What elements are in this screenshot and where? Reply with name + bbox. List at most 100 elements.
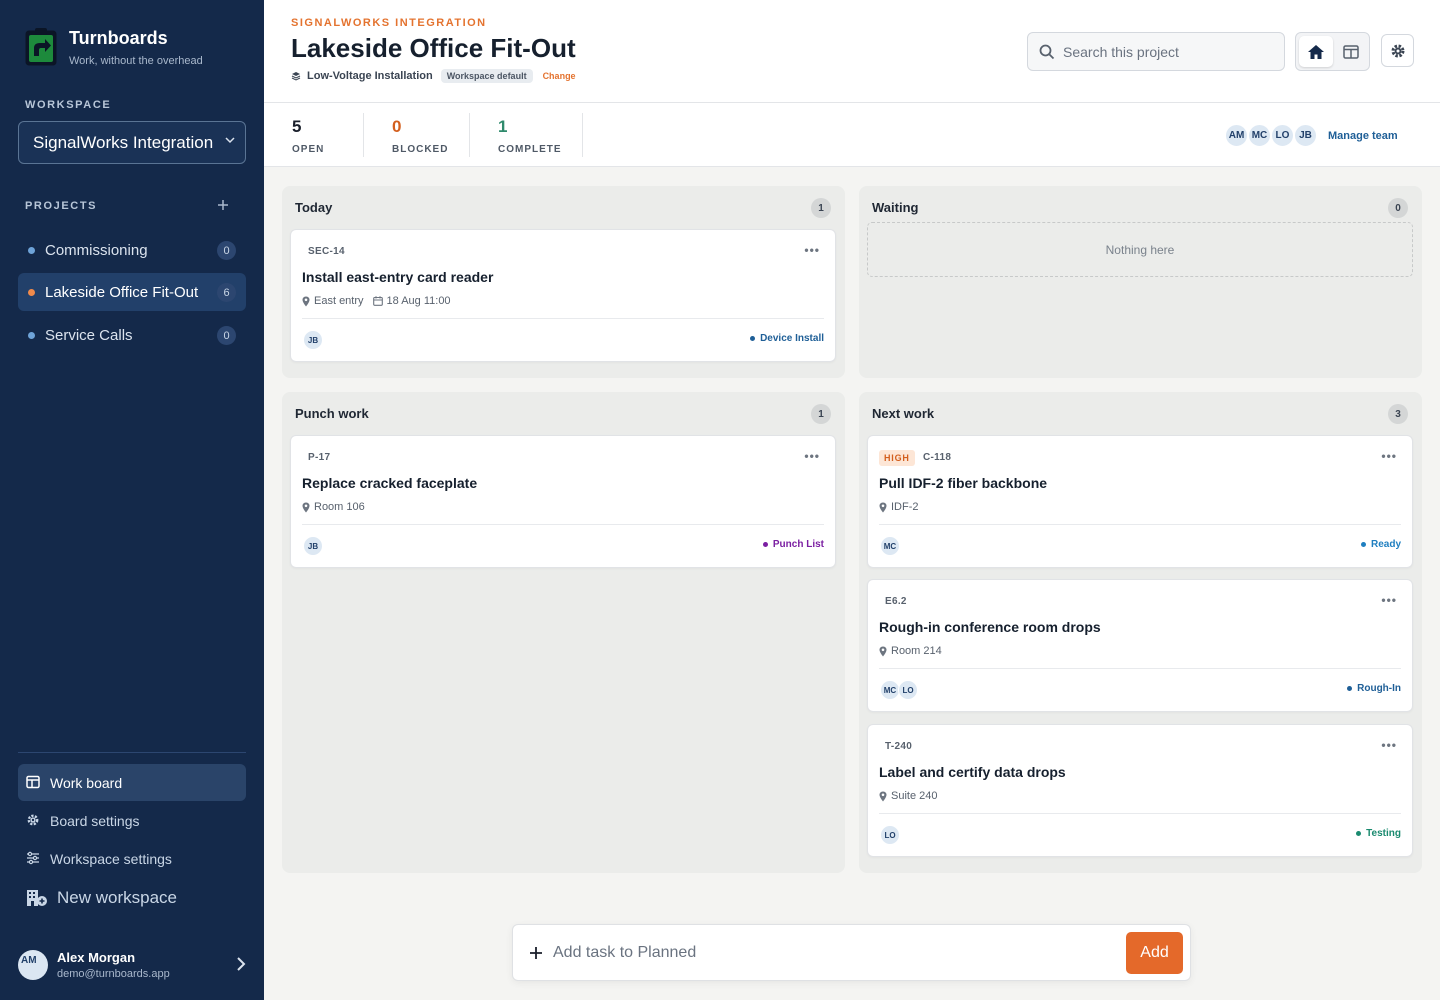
task-card[interactable]: HIGH C-118 ••• Pull IDF-2 fiber backbone… bbox=[867, 435, 1413, 568]
brand[interactable]: Turnboards Work, without the overhead bbox=[25, 26, 203, 67]
project-count-badge: 6 bbox=[217, 283, 236, 302]
status-dot bbox=[762, 542, 768, 547]
change-board-type-link[interactable]: Change bbox=[543, 71, 576, 81]
task-status-tag: Device Install bbox=[750, 333, 824, 344]
task-due-date: 18 Aug 11:00 bbox=[386, 295, 451, 307]
project-item-commissioning[interactable]: Commissioning 0 bbox=[18, 231, 246, 269]
task-title: Pull IDF-2 fiber backbone bbox=[879, 475, 1048, 491]
workspace-select-value: SignalWorks Integration bbox=[33, 132, 214, 152]
column-count-badge: 1 bbox=[811, 404, 831, 424]
status-label: Ready bbox=[1370, 539, 1401, 550]
more-options-icon[interactable]: ••• bbox=[1381, 738, 1397, 752]
avatar[interactable]: LO bbox=[1270, 123, 1295, 148]
task-status-tag: Rough-In bbox=[1347, 683, 1401, 694]
task-meta: Suite 240 bbox=[879, 790, 937, 802]
avatar[interactable]: MC bbox=[1247, 123, 1272, 148]
stat-label: OPEN bbox=[292, 144, 325, 155]
column-title: Next work bbox=[872, 406, 935, 421]
avatar: JB bbox=[303, 536, 323, 556]
task-meta: Room 214 bbox=[879, 645, 942, 657]
view-toggle bbox=[1295, 32, 1370, 71]
task-assignees: MC bbox=[880, 536, 900, 556]
project-label: Lakeside Office Fit-Out bbox=[45, 283, 199, 301]
brand-name: Turnboards bbox=[69, 28, 168, 48]
user-name: Alex Morgan bbox=[57, 950, 136, 965]
avatar[interactable]: JB bbox=[1293, 123, 1318, 148]
card-divider bbox=[879, 813, 1401, 814]
project-search[interactable]: Search this project bbox=[1027, 32, 1285, 71]
clipboard-logo-icon bbox=[25, 28, 57, 66]
manage-team-link[interactable]: Manage team bbox=[1328, 130, 1398, 142]
task-card[interactable]: P-17 ••• Replace cracked faceplate Room … bbox=[290, 435, 836, 568]
task-title: Label and certify data drops bbox=[879, 764, 1066, 780]
column-count-badge: 3 bbox=[1388, 404, 1408, 424]
nav-label: Board settings bbox=[50, 812, 140, 829]
column-title: Today bbox=[295, 200, 333, 215]
settings-button[interactable] bbox=[1381, 34, 1414, 67]
empty-state: Nothing here bbox=[867, 222, 1413, 277]
task-title: Rough-in conference room drops bbox=[879, 619, 1101, 635]
nav-workspace-settings[interactable]: Workspace settings bbox=[18, 840, 246, 877]
gear-icon bbox=[1391, 44, 1404, 57]
avatar: MC bbox=[880, 680, 900, 700]
stats-bar: 5 OPEN 0 BLOCKED 1 COMPLETE AM MC LO JB … bbox=[264, 103, 1440, 167]
avatar: LO bbox=[898, 680, 918, 700]
add-task-button[interactable]: Add bbox=[1126, 932, 1183, 974]
task-location: IDF-2 bbox=[891, 501, 919, 513]
add-task-bar: Add bbox=[512, 924, 1191, 981]
board-type-line: Low-Voltage Installation Workspace defau… bbox=[291, 69, 576, 83]
add-task-input[interactable] bbox=[553, 935, 1113, 971]
nav-board-settings[interactable]: Board settings bbox=[18, 802, 246, 839]
project-dot bbox=[28, 332, 35, 339]
project-item-lakeside-office-fit-out[interactable]: Lakeside Office Fit-Out 6 bbox=[18, 273, 246, 311]
workspace-heading: WORKSPACE bbox=[25, 99, 112, 111]
stat-label: BLOCKED bbox=[392, 144, 449, 155]
plus-icon bbox=[530, 947, 542, 959]
workspace-select[interactable]: SignalWorks Integration bbox=[18, 121, 246, 164]
more-options-icon[interactable]: ••• bbox=[804, 449, 820, 463]
column-waiting: Waiting 0 Nothing here bbox=[859, 186, 1422, 378]
board-view-button[interactable] bbox=[1334, 36, 1368, 67]
sidebar: Turnboards Work, without the overhead WO… bbox=[0, 0, 264, 1000]
project-item-service-calls[interactable]: Service Calls 0 bbox=[18, 316, 246, 354]
status-dot bbox=[1356, 831, 1362, 836]
card-divider bbox=[879, 524, 1401, 525]
task-card[interactable]: SEC-14 ••• Install east-entry card reade… bbox=[290, 229, 836, 362]
task-title: Install east-entry card reader bbox=[302, 269, 494, 285]
task-id: SEC-14 bbox=[308, 246, 345, 257]
location-pin-icon bbox=[879, 502, 887, 512]
home-view-button[interactable] bbox=[1299, 36, 1333, 67]
card-divider bbox=[879, 668, 1401, 669]
stat-divider bbox=[469, 113, 470, 157]
stat-blocked: 0 BLOCKED bbox=[392, 117, 448, 155]
more-options-icon[interactable]: ••• bbox=[804, 243, 820, 257]
user-profile[interactable]: AM Alex Morgan demo@turnboards.app bbox=[18, 948, 248, 984]
task-card[interactable]: T-240 ••• Label and certify data drops S… bbox=[867, 724, 1413, 857]
avatar[interactable]: AM bbox=[1224, 123, 1249, 148]
project-label: Commissioning bbox=[45, 241, 148, 259]
task-meta: IDF-2 bbox=[879, 501, 919, 513]
card-divider bbox=[302, 524, 824, 525]
avatar: JB bbox=[303, 330, 323, 350]
location-pin-icon bbox=[302, 296, 310, 306]
search-placeholder: Search this project bbox=[1063, 43, 1179, 60]
more-options-icon[interactable]: ••• bbox=[1381, 593, 1397, 607]
avatar: AM bbox=[18, 950, 48, 980]
status-label: Punch List bbox=[772, 539, 824, 550]
chevron-down-icon bbox=[225, 137, 235, 144]
more-options-icon[interactable]: ••• bbox=[1381, 449, 1397, 463]
nav-new-workspace[interactable]: New workspace bbox=[18, 879, 246, 916]
task-card[interactable]: E6.2 ••• Rough-in conference room drops … bbox=[867, 579, 1413, 712]
task-status-tag: Punch List bbox=[762, 539, 824, 550]
projects-heading: PROJECTS bbox=[25, 200, 98, 212]
board-icon bbox=[26, 775, 40, 789]
stat-divider bbox=[363, 113, 364, 157]
nav-label: New workspace bbox=[57, 887, 177, 907]
task-location: Room 214 bbox=[891, 645, 942, 657]
add-project-plus-icon[interactable] bbox=[216, 198, 230, 212]
workspace-default-badge: Workspace default bbox=[440, 69, 533, 83]
project-count-badge: 0 bbox=[217, 241, 236, 260]
task-id: T-240 bbox=[885, 741, 913, 752]
nav-work-board[interactable]: Work board bbox=[18, 764, 246, 801]
brand-tagline: Work, without the overhead bbox=[69, 55, 203, 67]
